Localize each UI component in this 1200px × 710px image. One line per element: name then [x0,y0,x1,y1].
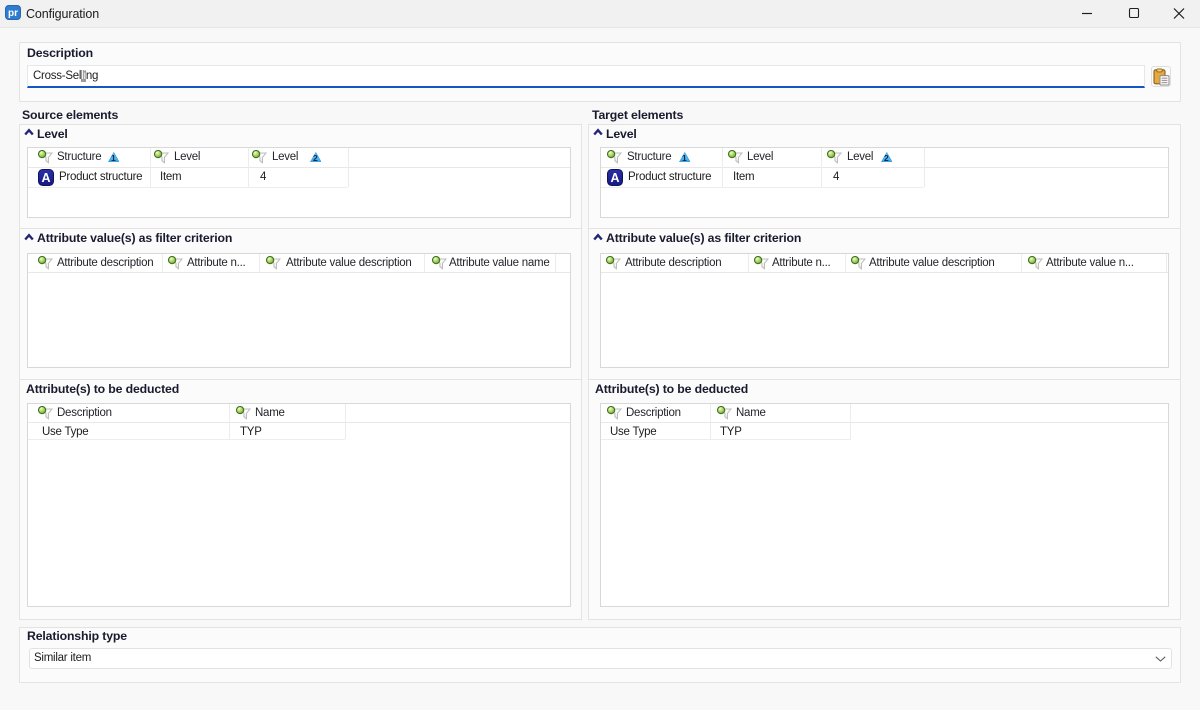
svg-text:pr: pr [8,8,18,19]
